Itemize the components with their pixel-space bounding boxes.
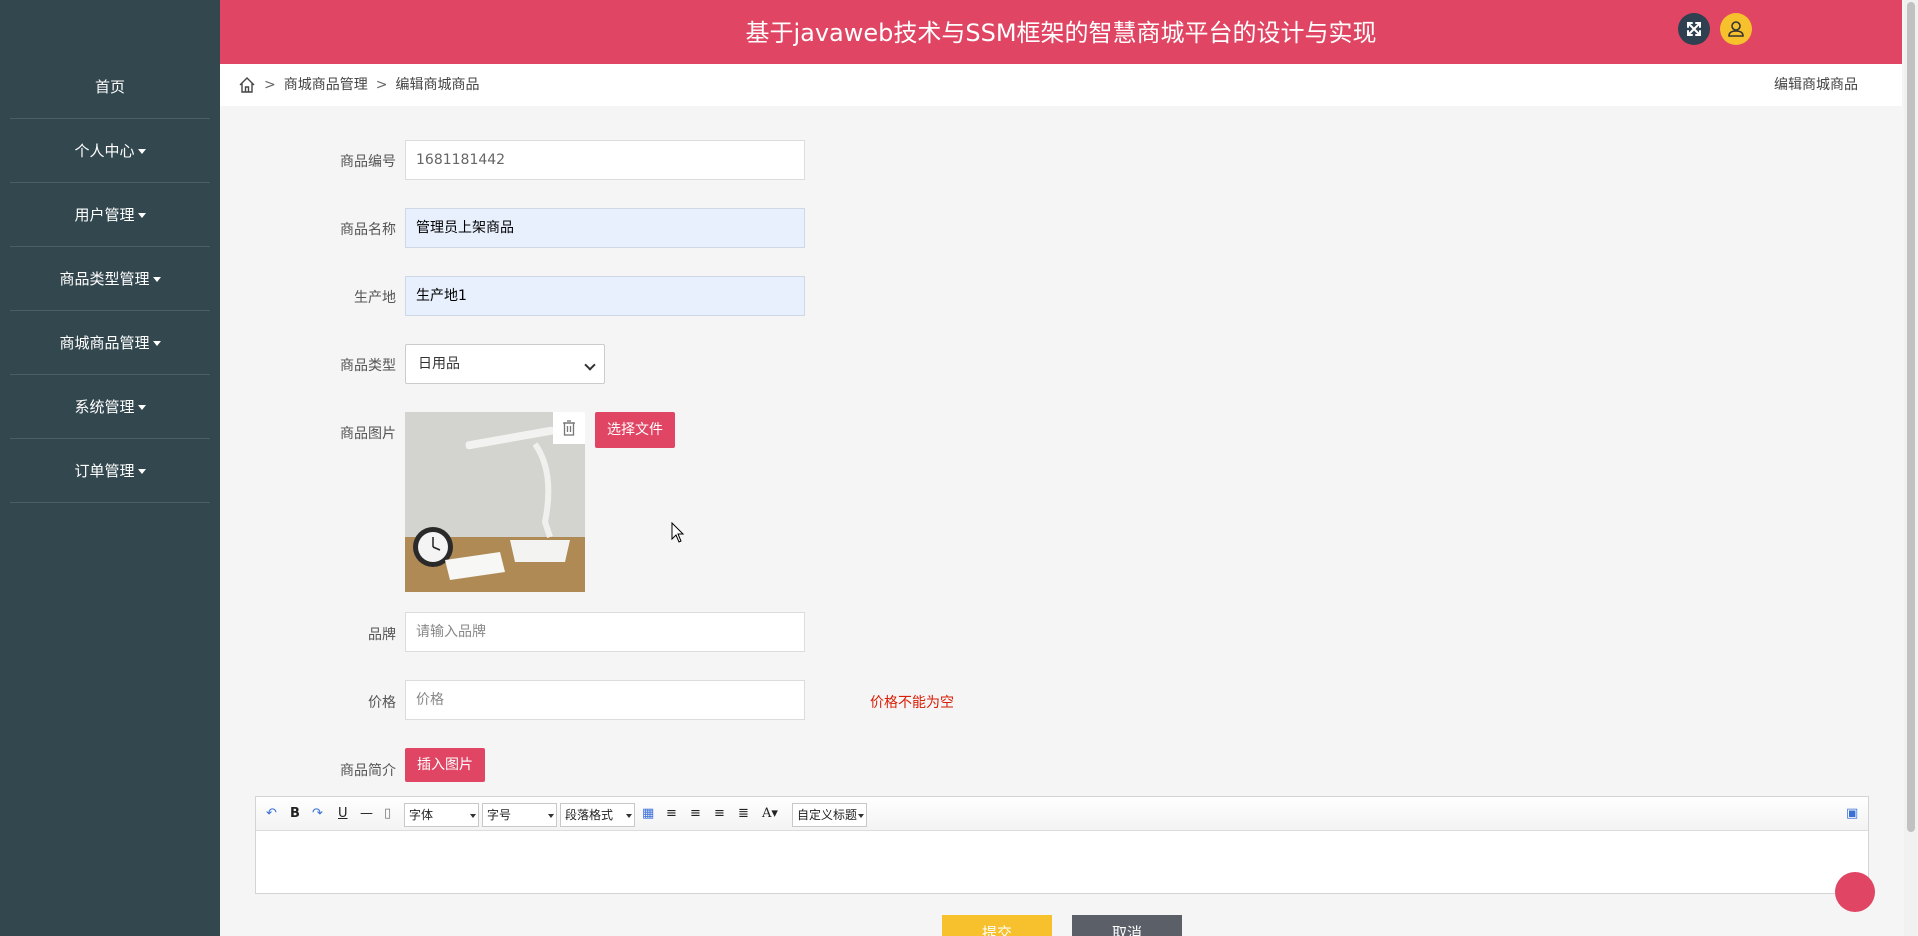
user-avatar-button[interactable] [1720, 13, 1752, 45]
undo-icon[interactable]: ↶ [266, 806, 277, 821]
align-left-icon[interactable]: ≡ [666, 806, 677, 821]
breadcrumb: > 商城商品管理 > 编辑商城商品 [238, 64, 479, 106]
page-icon[interactable]: ▯ [384, 806, 391, 821]
home-icon[interactable] [238, 76, 256, 94]
insert-image-button[interactable]: 插入图片 [405, 748, 485, 782]
sidebar-nav: 首页 个人中心 用户管理 商品类型管理 商城商品管理 系统管理 订单管理 [0, 55, 220, 503]
source-view-icon[interactable]: ▣ [1846, 806, 1858, 821]
sidebar-item-system-management[interactable]: 系统管理 [10, 375, 210, 439]
origin-field[interactable]: 生产地1 [405, 276, 805, 316]
horizontal-rule-icon[interactable]: — [360, 806, 373, 821]
brand-field[interactable]: 请输入品牌 [405, 612, 805, 652]
redo-icon[interactable]: ↷ [312, 806, 323, 821]
font-family-value: 字体 [409, 808, 434, 822]
breadcrumb-item[interactable]: 编辑商城商品 [395, 64, 479, 106]
brand-placeholder: 请输入品牌 [416, 624, 486, 640]
sidebar-item-label: 商城商品管理 [59, 334, 150, 352]
caret-down-icon [152, 277, 161, 282]
sidebar-item-label: 个人中心 [74, 142, 135, 160]
brand-label: 品牌 [368, 627, 396, 643]
underline-icon[interactable]: U [338, 806, 348, 821]
choose-file-button[interactable]: 选择文件 [595, 412, 675, 448]
product-type-select[interactable]: 日用品 [405, 344, 605, 384]
sidebar-item-label: 系统管理 [74, 398, 135, 416]
description-label: 商品简介 [340, 763, 396, 779]
expand-icon [1687, 22, 1701, 36]
delete-image-button[interactable] [553, 412, 585, 444]
font-color-icon[interactable]: A▾ [762, 806, 778, 821]
trash-icon [563, 420, 575, 436]
align-center-icon[interactable]: ≡ [714, 806, 725, 821]
caret-down-icon [137, 405, 146, 410]
user-icon [1728, 21, 1744, 37]
price-field[interactable]: 价格 [405, 680, 805, 720]
origin-label: 生产地 [354, 290, 396, 306]
scrollbar-thumb[interactable] [1907, 2, 1915, 832]
breadcrumb-bar: > 商城商品管理 > 编辑商城商品 编辑商城商品 [220, 64, 1902, 106]
page-title: 编辑商城商品 [1774, 77, 1858, 93]
page-scrollbar[interactable] [1904, 0, 1918, 936]
product-name-label: 商品名称 [340, 222, 396, 238]
paragraph-format-select[interactable]: 段落格式 [560, 803, 635, 827]
triangle-down-icon [548, 814, 554, 818]
custom-heading-select[interactable]: 自定义标题 [792, 803, 867, 827]
editor-toolbar: ↶ B ↷ U — ▯ 字体 字号 段落格式 ▦ ≡ ≡ ≡ ≣ A▾ 自定义标… [256, 797, 1868, 831]
floating-action-button[interactable] [1835, 872, 1875, 912]
sidebar-item-home[interactable]: 首页 [10, 55, 210, 119]
breadcrumb-separator: > [264, 77, 276, 93]
caret-down-icon [152, 341, 161, 346]
caret-down-icon [137, 149, 146, 154]
sidebar-item-label: 商品类型管理 [59, 270, 150, 288]
align-justify-icon[interactable]: ≣ [738, 806, 749, 821]
align-right-icon[interactable]: ≡ [690, 806, 701, 821]
rich-text-editor: ↶ B ↷ U — ▯ 字体 字号 段落格式 ▦ ≡ ≡ ≡ ≣ A▾ 自定义标… [255, 796, 1869, 894]
sidebar-item-label: 订单管理 [74, 462, 135, 480]
triangle-down-icon [858, 814, 864, 818]
caret-down-icon [137, 213, 146, 218]
product-image-label: 商品图片 [340, 426, 396, 442]
breadcrumb-item[interactable]: 商城商品管理 [284, 64, 368, 106]
triangle-down-icon [470, 814, 476, 818]
cancel-button[interactable]: 取消 [1072, 915, 1182, 936]
mouse-cursor-icon [671, 522, 685, 543]
font-family-select[interactable]: 字体 [404, 803, 479, 827]
fullscreen-button[interactable] [1678, 13, 1710, 45]
product-no-field[interactable]: 1681181442 [405, 140, 805, 180]
price-label: 价格 [368, 695, 396, 711]
product-name-field[interactable]: 管理员上架商品 [405, 208, 805, 248]
sidebar-item-user-management[interactable]: 用户管理 [10, 183, 210, 247]
font-size-value: 字号 [487, 808, 512, 822]
sidebar-item-order-management[interactable]: 订单管理 [10, 439, 210, 503]
sidebar-item-personal-center[interactable]: 个人中心 [10, 119, 210, 183]
sidebar-item-product-type-management[interactable]: 商品类型管理 [10, 247, 210, 311]
paragraph-format-value: 段落格式 [565, 808, 614, 822]
price-error-message: 价格不能为空 [870, 695, 954, 711]
sidebar-item-label: 用户管理 [74, 206, 135, 224]
caret-down-icon [137, 469, 146, 474]
price-placeholder: 价格 [416, 692, 444, 708]
top-header: 基于javaweb技术与SSM框架的智慧商城平台的设计与实现 [220, 0, 1902, 64]
font-size-select[interactable]: 字号 [482, 803, 557, 827]
app-title: 基于javaweb技术与SSM框架的智慧商城平台的设计与实现 [745, 19, 1377, 47]
sidebar-item-mall-product-management[interactable]: 商城商品管理 [10, 311, 210, 375]
breadcrumb-separator: > [375, 77, 388, 93]
product-type-label: 商品类型 [340, 358, 396, 374]
sidebar: 首页 个人中心 用户管理 商品类型管理 商城商品管理 系统管理 订单管理 [0, 0, 220, 936]
editor-content-area[interactable] [256, 831, 1868, 893]
product-no-label: 商品编号 [340, 154, 396, 170]
custom-heading-value: 自定义标题 [797, 808, 858, 822]
table-icon[interactable]: ▦ [642, 806, 654, 821]
chevron-down-icon [584, 359, 596, 371]
bold-icon[interactable]: B [290, 806, 300, 821]
submit-button[interactable]: 提交 [942, 915, 1052, 936]
triangle-down-icon [626, 814, 632, 818]
sidebar-item-label: 首页 [94, 78, 125, 96]
product-type-selected: 日用品 [418, 356, 460, 372]
